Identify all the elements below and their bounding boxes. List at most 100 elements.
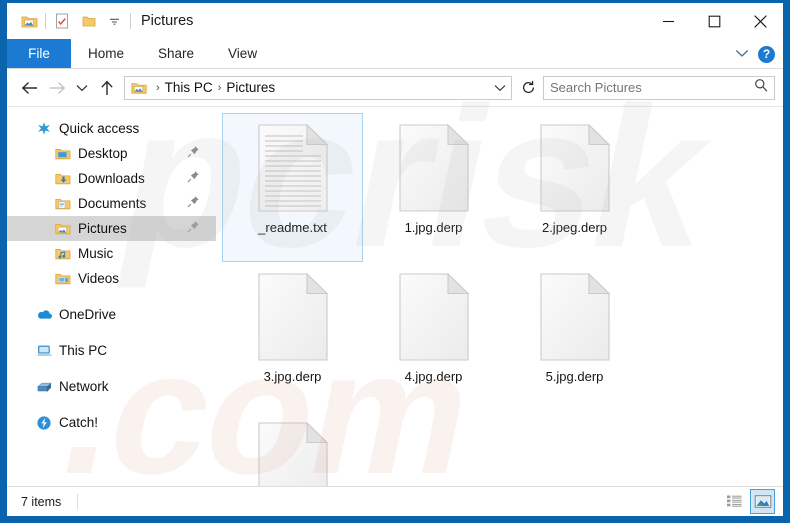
up-arrow-icon[interactable] [93,74,121,102]
sidebar-item-label: OneDrive [59,307,117,322]
close-icon[interactable] [737,3,783,39]
minimize-icon[interactable] [645,3,691,39]
title-bar: Pictures [7,3,783,39]
downloads-folder-icon [53,170,73,188]
blank-document-icon [257,421,328,486]
properties-icon[interactable] [49,8,75,34]
breadcrumb-item-this-pc[interactable]: This PC [162,80,216,95]
address-bar: › This PC › Pictures [7,69,783,107]
file-item[interactable]: 6.jpg.derp [222,411,363,486]
qat-divider-1 [45,13,46,29]
sidebar-item-pictures[interactable]: Pictures [7,216,216,241]
file-name-label: 1.jpg.derp [404,220,463,235]
file-item[interactable]: _readme.txt [222,113,363,262]
catch-app-icon [34,414,54,432]
breadcrumb-item-pictures[interactable]: Pictures [223,80,278,95]
back-arrow-icon[interactable] [15,74,43,102]
star-icon [34,120,54,138]
quick-access-toolbar [7,8,134,34]
file-item[interactable]: 4.jpg.derp [363,262,504,411]
this-pc-icon [34,342,54,360]
sidebar-item-label: Desktop [78,146,128,161]
sidebar-item-label: Music [78,246,114,261]
sidebar-item-videos[interactable]: Videos [7,266,216,291]
file-name-label: 4.jpg.derp [404,369,463,384]
navigation-pane: Quick access Desktop Downloads Documents… [7,107,216,486]
file-explorer-window: Pictures File Home Share View ? › This P… [0,0,790,523]
blank-document-icon [539,123,610,212]
sidebar-item-documents[interactable]: Documents [7,191,216,216]
explorer-body: Quick access Desktop Downloads Documents… [7,107,783,486]
file-item[interactable]: 1.jpg.derp [363,113,504,262]
file-item[interactable]: 5.jpg.derp [504,262,645,411]
file-list-view[interactable]: _readme.txt 1.jpg.derp 2.jpeg.derp 3.jpg… [216,107,783,486]
file-name-label: 3.jpg.derp [263,369,322,384]
refresh-icon[interactable] [516,76,540,100]
blank-document-icon [539,272,610,361]
tab-home[interactable]: Home [71,39,141,68]
tab-file[interactable]: File [7,39,71,68]
chevron-down-icon[interactable] [494,77,506,99]
blank-document-icon [398,272,469,361]
sidebar-item-label: This PC [59,343,108,358]
sidebar-item-music[interactable]: Music [7,241,216,266]
new-folder-icon[interactable] [75,8,101,34]
sidebar-item-downloads[interactable]: Downloads [7,166,216,191]
pin-icon[interactable] [187,195,200,211]
item-count-label: 7 items [21,494,62,509]
breadcrumb-separator: › [156,81,160,94]
customize-dropdown-icon[interactable] [101,8,127,34]
sidebar-item-onedrive[interactable]: OneDrive [7,302,216,327]
text-document-icon [257,123,328,212]
large-icons-view-button[interactable] [750,489,775,514]
chevron-down-icon[interactable] [735,45,749,63]
search-input[interactable] [550,80,754,95]
ribbon-right-controls: ? [735,39,775,69]
sidebar-item-network[interactable]: Network [7,374,216,399]
onedrive-cloud-icon [34,306,54,324]
file-item[interactable]: 2.jpeg.derp [504,113,645,262]
details-view-button[interactable] [722,489,747,514]
sidebar-item-label: Pictures [78,221,127,236]
music-folder-icon [53,245,73,263]
sidebar-item-quick-access[interactable]: Quick access [7,116,216,141]
pictures-folder-icon [129,79,149,97]
forward-arrow-icon [43,74,71,102]
pictures-folder-icon[interactable] [16,8,42,34]
file-grid: _readme.txt 1.jpg.derp 2.jpeg.derp 3.jpg… [222,113,783,486]
help-button[interactable]: ? [758,45,775,63]
pin-icon[interactable] [187,220,200,236]
file-name-label: _readme.txt [258,220,327,235]
recent-locations-icon[interactable] [71,74,93,102]
view-toggle-group [722,489,775,514]
tab-share[interactable]: Share [141,39,211,68]
maximize-icon[interactable] [691,3,737,39]
sidebar-item-label: Documents [78,196,147,211]
tab-view[interactable]: View [211,39,274,68]
sidebar-item-label: Downloads [78,171,145,186]
search-icon[interactable] [754,78,768,97]
sidebar-item-catch[interactable]: Catch! [7,410,216,435]
sidebar-item-this-pc[interactable]: This PC [7,338,216,363]
network-icon [34,378,54,396]
file-name-label: 5.jpg.derp [545,369,604,384]
sidebar-item-label: Videos [78,271,120,286]
sidebar-item-label: Quick access [59,121,140,136]
breadcrumb-separator: › [217,81,222,94]
status-divider [77,494,79,509]
sidebar-item-desktop[interactable]: Desktop [7,141,216,166]
pin-icon[interactable] [187,170,200,186]
blank-document-icon [398,123,469,212]
pin-icon[interactable] [187,145,200,161]
videos-folder-icon [53,270,73,288]
search-box[interactable] [543,75,775,100]
breadcrumb[interactable]: › This PC › Pictures [124,75,512,100]
status-bar: 7 items [7,486,783,516]
ribbon-tab-bar: File Home Share View ? [7,39,783,69]
documents-folder-icon [53,195,73,213]
file-item[interactable]: 3.jpg.derp [222,262,363,411]
window-title: Pictures [141,13,194,29]
